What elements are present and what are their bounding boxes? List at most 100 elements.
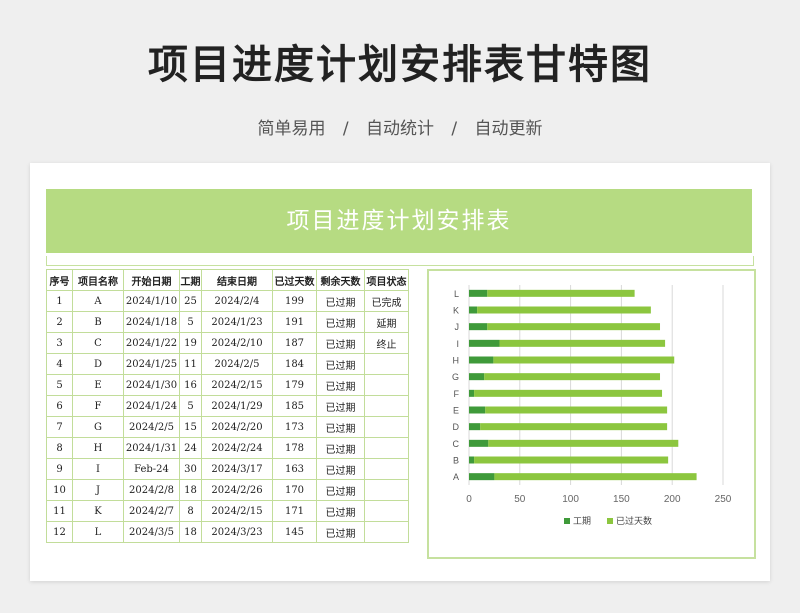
table-cell[interactable] [364,521,409,543]
table-cell[interactable]: 5 [46,374,73,396]
table-cell[interactable]: 2024/3/17 [201,458,273,480]
table-cell[interactable]: I [72,458,124,480]
table-cell[interactable]: 5 [179,395,202,417]
table-cell[interactable]: G [72,416,124,438]
table-cell[interactable]: 178 [272,437,317,459]
table-cell[interactable]: 6 [46,395,73,417]
table-cell[interactable]: 已过期 [316,416,365,438]
table-cell[interactable]: 5 [179,311,202,333]
table-cell[interactable]: 15 [179,416,202,438]
table-cell[interactable]: 185 [272,395,317,417]
table-cell[interactable]: 173 [272,416,317,438]
table-cell[interactable]: 2024/2/5 [201,353,273,375]
table-cell[interactable]: D [72,353,124,375]
table-cell[interactable]: 2024/2/15 [201,500,273,522]
table-cell[interactable]: Feb-24 [123,458,180,480]
table-cell[interactable]: F [72,395,124,417]
table-cell[interactable]: 2024/2/4 [201,290,273,312]
table-cell[interactable]: 2024/1/22 [123,332,180,354]
table-cell[interactable] [364,416,409,438]
table-cell[interactable]: 2024/1/23 [201,311,273,333]
table-cell[interactable]: 2024/2/26 [201,479,273,501]
table-cell[interactable]: E [72,374,124,396]
table-cell[interactable]: 19 [179,332,202,354]
subtitle-separator: / [342,119,349,139]
table-cell[interactable]: 2024/1/18 [123,311,180,333]
table-cell[interactable]: 191 [272,311,317,333]
table-cell[interactable]: 2024/2/8 [123,479,180,501]
table-cell[interactable]: 2024/1/30 [123,374,180,396]
table-cell[interactable]: 16 [179,374,202,396]
table-cell[interactable]: 2024/1/31 [123,437,180,459]
table-cell[interactable]: 9 [46,458,73,480]
table-cell[interactable]: 1 [46,290,73,312]
table-cell[interactable]: 延期 [364,311,409,333]
table-cell[interactable]: 2024/1/10 [123,290,180,312]
sheet-banner: 项目进度计划安排表 [46,189,752,253]
table-cell[interactable] [364,353,409,375]
table-cell[interactable]: 2 [46,311,73,333]
table-cell[interactable]: 2024/1/25 [123,353,180,375]
table-cell[interactable]: 2024/1/29 [201,395,273,417]
schedule-table: 序号 项目名称 开始日期 工期 结束日期 已过天数 剩余天数 项目状态 1 A 20… [46,269,409,543]
table-cell[interactable]: 18 [179,479,202,501]
table-cell[interactable]: 18 [179,521,202,543]
table-cell[interactable]: 25 [179,290,202,312]
table-cell[interactable]: 10 [46,479,73,501]
table-cell[interactable]: 2024/2/20 [201,416,273,438]
table-cell[interactable]: 30 [179,458,202,480]
bar-duration [469,456,475,464]
table-cell[interactable]: 已过期 [316,500,365,522]
table-cell[interactable] [364,374,409,396]
table-cell[interactable]: 2024/1/24 [123,395,180,417]
table-cell[interactable]: 184 [272,353,317,375]
table-cell[interactable]: 171 [272,500,317,522]
table-cell[interactable] [364,458,409,480]
table-cell[interactable] [364,437,409,459]
table-cell[interactable]: A [72,290,124,312]
table-cell[interactable]: 4 [46,353,73,375]
table-cell[interactable] [364,479,409,501]
table-cell[interactable]: 2024/3/23 [201,521,273,543]
table-cell[interactable]: 11 [46,500,73,522]
table-cell[interactable]: 199 [272,290,317,312]
table-cell[interactable]: 终止 [364,332,409,354]
table-cell[interactable]: 163 [272,458,317,480]
table-cell[interactable]: 187 [272,332,317,354]
table-cell[interactable]: 已过期 [316,353,365,375]
table-cell[interactable]: 已过期 [316,332,365,354]
table-cell[interactable]: 11 [179,353,202,375]
table-cell[interactable]: 3 [46,332,73,354]
table-cell[interactable]: J [72,479,124,501]
table-cell[interactable]: B [72,311,124,333]
table-cell[interactable]: 已过期 [316,311,365,333]
table-cell[interactable]: 2024/2/24 [201,437,273,459]
table-cell[interactable]: 2024/2/5 [123,416,180,438]
table-cell[interactable]: 2024/3/5 [123,521,180,543]
table-cell[interactable]: 2024/2/7 [123,500,180,522]
table-cell[interactable] [364,500,409,522]
table-cell[interactable]: 12 [46,521,73,543]
table-cell[interactable]: 已过期 [316,374,365,396]
table-cell[interactable]: 已过期 [316,521,365,543]
table-cell[interactable]: 170 [272,479,317,501]
table-cell[interactable]: 7 [46,416,73,438]
table-cell[interactable]: K [72,500,124,522]
table-cell[interactable]: 24 [179,437,202,459]
table-cell[interactable]: C [72,332,124,354]
table-cell[interactable]: 2024/2/10 [201,332,273,354]
table-cell[interactable]: 已完成 [364,290,409,312]
table-cell[interactable]: 已过期 [316,458,365,480]
table-cell[interactable]: 已过期 [316,290,365,312]
table-cell[interactable]: 已过期 [316,437,365,459]
table-cell[interactable]: 8 [46,437,73,459]
table-cell[interactable]: L [72,521,124,543]
table-cell[interactable]: 145 [272,521,317,543]
table-cell[interactable]: 2024/2/15 [201,374,273,396]
table-cell[interactable]: 已过期 [316,395,365,417]
table-cell[interactable]: 179 [272,374,317,396]
table-cell[interactable]: 8 [179,500,202,522]
table-cell[interactable]: H [72,437,124,459]
table-cell[interactable] [364,395,409,417]
table-cell[interactable]: 已过期 [316,479,365,501]
